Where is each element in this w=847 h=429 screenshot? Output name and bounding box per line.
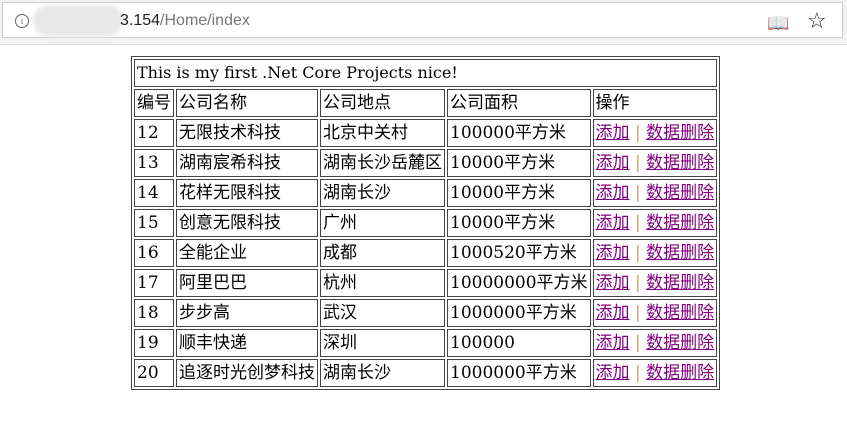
- cell-name: 全能企业: [176, 239, 318, 267]
- cell-id: 13: [134, 149, 174, 177]
- cell-actions: 添加 | 数据删除: [592, 359, 718, 387]
- cell-id: 12: [134, 119, 174, 147]
- cell-location: 湖南长沙: [320, 359, 445, 387]
- separator: |: [634, 273, 641, 293]
- separator: |: [634, 123, 641, 143]
- separator: |: [634, 303, 641, 323]
- separator: |: [634, 243, 641, 263]
- table-row: 20 追逐时光创梦科技 湖南长沙 1000000平方米 添加 | 数据删除: [134, 359, 718, 387]
- delete-link[interactable]: 数据删除: [646, 303, 714, 323]
- cell-area: 1000520平方米: [447, 239, 591, 267]
- cell-area: 10000000平方米: [447, 269, 591, 297]
- cell-actions: 添加 | 数据删除: [592, 119, 718, 147]
- add-link[interactable]: 添加: [596, 333, 630, 353]
- header-id: 编号: [134, 89, 174, 117]
- table-row: 14 花样无限科技 湖南长沙 10000平方米 添加 | 数据删除: [134, 179, 718, 207]
- url-text[interactable]: 3.154/Home/index: [120, 12, 250, 30]
- cell-id: 18: [134, 299, 174, 327]
- cell-name: 阿里巴巴: [176, 269, 318, 297]
- browser-toolbar: i 3.154/Home/index 📖 ☆: [0, 0, 847, 45]
- cell-area: 1000000平方米: [447, 299, 591, 327]
- cell-name: 湖南宸希科技: [176, 149, 318, 177]
- cell-name: 顺丰快递: [176, 329, 318, 357]
- company-table: This is my first .Net Core Projects nice…: [131, 56, 721, 390]
- cell-area: 10000平方米: [447, 179, 591, 207]
- info-icon[interactable]: i: [15, 14, 29, 28]
- table-row: 18 步步高 武汉 1000000平方米 添加 | 数据删除: [134, 299, 718, 327]
- cell-location: 湖南长沙: [320, 179, 445, 207]
- cell-location: 成都: [320, 239, 445, 267]
- add-link[interactable]: 添加: [596, 213, 630, 233]
- table-row: 16 全能企业 成都 1000520平方米 添加 | 数据删除: [134, 239, 718, 267]
- add-link[interactable]: 添加: [596, 123, 630, 143]
- cell-area: 1000000平方米: [447, 359, 591, 387]
- cell-actions: 添加 | 数据删除: [592, 329, 718, 357]
- cell-area: 100000平方米: [447, 119, 591, 147]
- delete-link[interactable]: 数据删除: [646, 153, 714, 173]
- delete-link[interactable]: 数据删除: [646, 183, 714, 203]
- cell-area: 10000平方米: [447, 149, 591, 177]
- cell-location: 深圳: [320, 329, 445, 357]
- delete-link[interactable]: 数据删除: [646, 363, 714, 383]
- address-bar[interactable]: i 3.154/Home/index 📖 ☆: [2, 2, 843, 38]
- cell-location: 武汉: [320, 299, 445, 327]
- cell-name: 花样无限科技: [176, 179, 318, 207]
- cell-actions: 添加 | 数据删除: [592, 239, 718, 267]
- cell-id: 20: [134, 359, 174, 387]
- cell-location: 广州: [320, 209, 445, 237]
- table-row: 13 湖南宸希科技 湖南长沙岳麓区 10000平方米 添加 | 数据删除: [134, 149, 718, 177]
- cell-area: 100000: [447, 329, 591, 357]
- cell-id: 17: [134, 269, 174, 297]
- cell-actions: 添加 | 数据删除: [592, 209, 718, 237]
- cell-location: 北京中关村: [320, 119, 445, 147]
- header-actions: 操作: [592, 89, 718, 117]
- cell-name: 步步高: [176, 299, 318, 327]
- delete-link[interactable]: 数据删除: [646, 213, 714, 233]
- cell-location: 湖南长沙岳麓区: [320, 149, 445, 177]
- add-link[interactable]: 添加: [596, 153, 630, 173]
- delete-link[interactable]: 数据删除: [646, 273, 714, 293]
- table-row: 17 阿里巴巴 杭州 10000000平方米 添加 | 数据删除: [134, 269, 718, 297]
- cell-location: 杭州: [320, 269, 445, 297]
- table-row: 19 顺丰快递 深圳 100000 添加 | 数据删除: [134, 329, 718, 357]
- header-area: 公司面积: [447, 89, 591, 117]
- cell-id: 16: [134, 239, 174, 267]
- add-link[interactable]: 添加: [596, 273, 630, 293]
- separator: |: [634, 333, 641, 353]
- separator: |: [634, 153, 641, 173]
- cell-name: 无限技术科技: [176, 119, 318, 147]
- delete-link[interactable]: 数据删除: [646, 123, 714, 143]
- separator: |: [634, 183, 641, 203]
- separator: |: [634, 213, 641, 233]
- redacted-host: [33, 5, 123, 37]
- table-row: 12 无限技术科技 北京中关村 100000平方米 添加 | 数据删除: [134, 119, 718, 147]
- cell-actions: 添加 | 数据删除: [592, 299, 718, 327]
- separator: |: [634, 363, 641, 383]
- cell-name: 创意无限科技: [176, 209, 318, 237]
- favorite-star-icon[interactable]: ☆: [807, 9, 827, 34]
- cell-id: 15: [134, 209, 174, 237]
- reading-view-icon[interactable]: 📖: [767, 13, 789, 34]
- cell-id: 14: [134, 179, 174, 207]
- delete-link[interactable]: 数据删除: [646, 243, 714, 263]
- cell-actions: 添加 | 数据删除: [592, 179, 718, 207]
- delete-link[interactable]: 数据删除: [646, 333, 714, 353]
- cell-name: 追逐时光创梦科技: [176, 359, 318, 387]
- cell-actions: 添加 | 数据删除: [592, 269, 718, 297]
- add-link[interactable]: 添加: [596, 183, 630, 203]
- add-link[interactable]: 添加: [596, 363, 630, 383]
- table-caption: This is my first .Net Core Projects nice…: [134, 59, 718, 87]
- cell-id: 19: [134, 329, 174, 357]
- header-row: 编号 公司名称 公司地点 公司面积 操作: [134, 89, 718, 117]
- header-name: 公司名称: [176, 89, 318, 117]
- add-link[interactable]: 添加: [596, 243, 630, 263]
- cell-area: 10000平方米: [447, 209, 591, 237]
- table-row: 15 创意无限科技 广州 10000平方米 添加 | 数据删除: [134, 209, 718, 237]
- cell-actions: 添加 | 数据删除: [592, 149, 718, 177]
- header-location: 公司地点: [320, 89, 445, 117]
- add-link[interactable]: 添加: [596, 303, 630, 323]
